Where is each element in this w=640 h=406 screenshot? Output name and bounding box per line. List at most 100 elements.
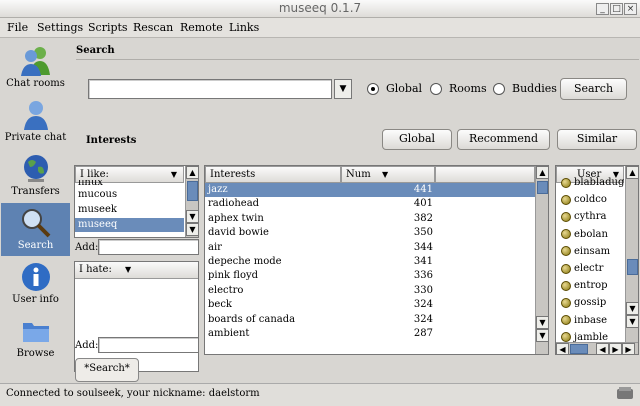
- list-item[interactable]: gossip: [556, 296, 624, 310]
- table-row[interactable]: pink floyd 336: [205, 269, 535, 283]
- column-header-empty: [435, 166, 535, 183]
- list-item[interactable]: museek: [75, 203, 184, 217]
- list-item[interactable]: cythra: [556, 210, 624, 224]
- scroll-thumb[interactable]: [570, 344, 588, 354]
- sidebar-item-chat-rooms[interactable]: Chat rooms: [1, 41, 70, 94]
- users-hscrollbar[interactable]: ◀ ◀ ▶ ▶: [556, 342, 638, 354]
- user-name: einsam: [574, 245, 611, 257]
- menu-file[interactable]: File: [7, 21, 28, 34]
- table-row[interactable]: david bowie 350: [205, 226, 535, 240]
- interest-name: pink floyd: [208, 270, 259, 282]
- like-add-input[interactable]: [98, 239, 199, 255]
- global-interests-button[interactable]: Global: [382, 129, 452, 150]
- sidebar-item-label: Private chat: [4, 132, 67, 143]
- table-row[interactable]: depeche mode 341: [205, 255, 535, 269]
- sidebar-item-label: User info: [12, 294, 59, 305]
- menu-remote[interactable]: Remote: [180, 21, 223, 34]
- list-item[interactable]: electr: [556, 262, 624, 276]
- scroll-right-icon[interactable]: ▶: [622, 343, 635, 354]
- sidebar-item-transfers[interactable]: Transfers: [1, 149, 70, 202]
- table-row[interactable]: aphex twin 382: [205, 212, 535, 226]
- sidebar-item-user-info[interactable]: User info: [1, 257, 70, 310]
- table-row[interactable]: electro 330: [205, 284, 535, 298]
- user-status-icon: [561, 263, 571, 274]
- list-item[interactable]: entrop: [556, 279, 624, 293]
- list-item[interactable]: coldco: [556, 193, 624, 207]
- scroll-thumb[interactable]: [627, 259, 638, 275]
- scroll-left-icon[interactable]: ◀: [556, 343, 569, 354]
- search-input[interactable]: [88, 79, 332, 99]
- sidebar-item-browse[interactable]: Browse: [1, 311, 70, 364]
- minimize-icon[interactable]: _: [596, 3, 609, 15]
- recommend-button[interactable]: Recommend: [457, 129, 550, 150]
- user-status-icon: [561, 177, 571, 188]
- interests-table[interactable]: Interests Num ▼ jazz 441 radiohead 401 aphex…: [204, 165, 549, 355]
- interest-name: aphex twin: [208, 212, 264, 224]
- scroll-down-icon[interactable]: ▼: [626, 302, 638, 315]
- menu-settings[interactable]: Settings: [37, 21, 83, 34]
- close-icon[interactable]: ×: [624, 3, 637, 15]
- list-item[interactable]: einsam: [556, 245, 624, 259]
- sidebar-item-label: Search: [17, 240, 54, 251]
- list-item[interactable]: ebolan: [556, 228, 624, 242]
- scroll-thumb[interactable]: [537, 181, 548, 194]
- scope-global-radio[interactable]: [367, 83, 379, 95]
- likes-list[interactable]: I like: ▼ linux mucous museek museeq ▲ ▼…: [74, 165, 199, 238]
- menu-links[interactable]: Links: [229, 21, 259, 34]
- table-row[interactable]: radiohead 401: [205, 197, 535, 211]
- scroll-down-icon[interactable]: ▼: [186, 210, 198, 223]
- users-list[interactable]: User ▼ blabladugecoldcocythraebolaneinsa…: [555, 165, 639, 355]
- scroll-down-icon[interactable]: ▼: [626, 315, 638, 328]
- list-item[interactable]: mucous: [75, 188, 184, 202]
- magnifier-icon: [21, 209, 50, 238]
- table-row[interactable]: jazz 441: [205, 183, 535, 197]
- scope-buddies-radio[interactable]: [493, 83, 505, 95]
- scroll-up-icon[interactable]: ▲: [186, 166, 198, 179]
- sidebar-item-search[interactable]: Search: [1, 203, 70, 256]
- users-scrollbar[interactable]: ▲ ▼ ▼: [625, 166, 638, 342]
- maximize-icon[interactable]: □: [610, 3, 623, 15]
- list-item[interactable]: museeq: [75, 218, 184, 232]
- scroll-down-icon[interactable]: ▼: [536, 316, 548, 329]
- search-button[interactable]: Search: [560, 78, 627, 100]
- user-name: coldco: [574, 194, 607, 206]
- window-title: museeq 0.1.7: [278, 1, 362, 15]
- list-item[interactable]: inbase: [556, 314, 624, 328]
- chevron-down-icon: ▼: [125, 265, 132, 274]
- scroll-up-icon[interactable]: ▲: [536, 166, 548, 179]
- interests-scrollbar[interactable]: ▲ ▼ ▼: [535, 166, 548, 354]
- scroll-up-icon[interactable]: ▲: [626, 166, 638, 179]
- list-item[interactable]: linux: [75, 180, 184, 188]
- user-status-icon: [561, 229, 571, 240]
- likes-scrollbar[interactable]: ▲ ▼ ▼: [185, 166, 198, 237]
- interest-count: 344: [413, 241, 433, 253]
- interest-count: 336: [413, 270, 433, 282]
- menu-rescan[interactable]: Rescan: [133, 21, 173, 34]
- scroll-down-icon[interactable]: ▼: [536, 329, 548, 342]
- table-row[interactable]: ambient 287: [205, 327, 535, 341]
- sidebar-item-private-chat[interactable]: Private chat: [1, 95, 70, 148]
- scroll-left-icon[interactable]: ◀: [596, 343, 609, 354]
- table-row[interactable]: boards of canada 324: [205, 313, 535, 327]
- scroll-down-icon[interactable]: ▼: [186, 223, 198, 236]
- similar-button[interactable]: Similar: [557, 129, 637, 150]
- hates-header[interactable]: I hate: ▼: [75, 262, 198, 279]
- hate-add-input[interactable]: [98, 337, 199, 353]
- table-row[interactable]: beck 324: [205, 298, 535, 312]
- scroll-thumb[interactable]: [187, 181, 198, 201]
- search-header: Search: [76, 45, 115, 56]
- table-row[interactable]: air 344: [205, 241, 535, 255]
- menu-scripts[interactable]: Scripts: [88, 21, 128, 34]
- list-item[interactable]: blabladuge: [556, 176, 624, 190]
- info-icon: [21, 263, 50, 291]
- scroll-right-icon[interactable]: ▶: [609, 343, 622, 354]
- tab-search-results[interactable]: *Search*: [75, 358, 139, 382]
- search-history-dropdown[interactable]: ▼: [334, 79, 352, 99]
- interest-count: 287: [413, 328, 433, 339]
- globe-icon: [23, 155, 48, 182]
- user-icon: [23, 101, 48, 130]
- column-header-num[interactable]: Num ▼: [341, 166, 435, 183]
- hates-list[interactable]: I hate: ▼: [74, 261, 199, 372]
- column-header-interests[interactable]: Interests: [205, 166, 341, 183]
- scope-rooms-radio[interactable]: [430, 83, 442, 95]
